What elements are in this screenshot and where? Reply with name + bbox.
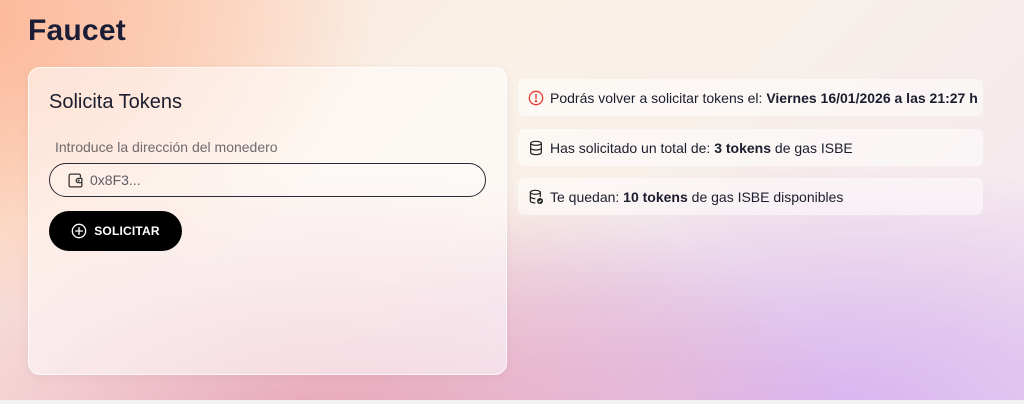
request-button[interactable]: SOLICITAR xyxy=(49,211,182,251)
database-check-icon xyxy=(528,189,544,205)
wallet-address-label: Introduce la dirección del monedero xyxy=(55,139,278,155)
next-request-info: Podrás volver a solicitar tokens el: Vie… xyxy=(518,79,983,116)
remaining-tokens-prefix: Te quedan: xyxy=(550,188,624,205)
database-icon xyxy=(528,140,544,156)
remaining-tokens-amount: 10 tokens xyxy=(623,188,688,205)
card-title: Solicita Tokens xyxy=(49,91,183,113)
remaining-tokens-suffix: de gas ISBE disponibles xyxy=(687,188,844,205)
total-requested-prefix: Has solicitado un total de: xyxy=(550,139,715,156)
wallet-address-input[interactable] xyxy=(90,172,470,188)
remaining-tokens-info: Te quedan: 10 tokens de gas ISBE disponi… xyxy=(518,178,983,215)
bottom-strip xyxy=(0,400,1024,404)
alert-circle-icon xyxy=(528,90,544,106)
plus-circle-icon xyxy=(71,223,87,239)
page-title: Faucet xyxy=(28,14,126,47)
wallet-icon xyxy=(66,171,84,189)
request-button-label: SOLICITAR xyxy=(94,224,160,238)
next-request-date: Viernes 16/01/2026 a las 21:27 h xyxy=(766,89,978,106)
total-requested-amount: 3 tokens xyxy=(714,139,772,156)
total-requested-info: Has solicitado un total de: 3 tokens de … xyxy=(518,129,983,166)
next-request-prefix: Podrás volver a solicitar tokens el: xyxy=(550,89,767,106)
wallet-address-field[interactable] xyxy=(49,163,486,197)
total-requested-suffix: de gas ISBE xyxy=(771,139,853,156)
request-tokens-card: Solicita Tokens Introduce la dirección d… xyxy=(28,67,507,375)
